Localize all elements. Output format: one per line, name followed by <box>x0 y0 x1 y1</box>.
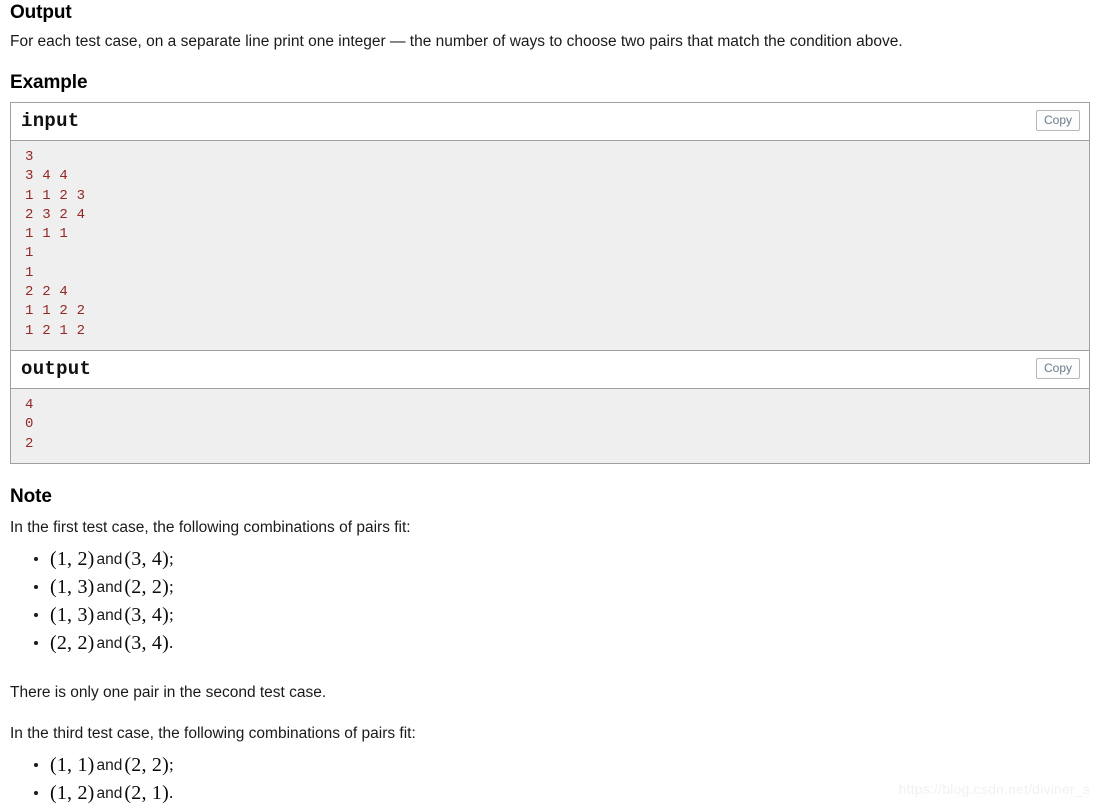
pair-conjunction: and <box>96 756 123 774</box>
pair-conjunction: and <box>96 784 123 802</box>
bullet-marker <box>34 584 38 589</box>
output-sample-content: 4 0 2 <box>11 388 1089 463</box>
list-item: (2, 2) and (3, 4). <box>10 632 1090 660</box>
output-block-label: output <box>21 357 92 380</box>
second-case-text: There is only one pair in the second tes… <box>10 683 327 701</box>
bullet-marker <box>34 762 38 767</box>
pair-left: (1, 1) <box>50 753 95 776</box>
bullet-marker <box>34 790 38 795</box>
example-io-container: input Copy 3 3 4 4 1 1 2 3 2 3 2 4 1 1 1… <box>10 102 1090 464</box>
pair-right: (2, 2) <box>124 575 169 598</box>
copy-output-button[interactable]: Copy <box>1035 357 1080 379</box>
pair-right: (3, 4) <box>124 603 169 626</box>
pair-punctuation: . <box>168 782 174 802</box>
third-case-intro-text: In the third test case, the following co… <box>10 724 416 742</box>
pair-left: (1, 3) <box>50 603 95 626</box>
pair-left: (1, 2) <box>50 547 95 570</box>
pair-right: (3, 4) <box>124 547 169 570</box>
pair-left: (2, 2) <box>50 631 95 654</box>
copy-input-button[interactable]: Copy <box>1035 110 1080 131</box>
bullet-marker <box>34 612 38 617</box>
input-block-label: input <box>21 110 80 132</box>
output-section-heading: Output <box>10 2 72 23</box>
third-case-pairs-list: (1, 1) and (2, 2); (1, 2) and (2, 1). <box>10 744 1090 810</box>
bullet-marker <box>34 640 38 645</box>
list-item: (1, 2) and (3, 4); <box>10 548 1090 576</box>
list-item: (1, 1) and (2, 2); <box>10 754 1090 782</box>
pair-right: (3, 4) <box>124 631 169 654</box>
pair-left: (1, 2) <box>50 781 95 804</box>
bullet-marker <box>34 556 38 561</box>
pair-left: (1, 3) <box>50 575 95 598</box>
site-watermark: https://blog.csdn.net/diviner_s <box>898 781 1090 797</box>
pair-conjunction: and <box>96 634 123 652</box>
pair-right: (2, 2) <box>124 753 169 776</box>
pair-punctuation: ; <box>168 754 174 774</box>
first-case-intro-text: In the first test case, the following co… <box>10 518 411 536</box>
problem-statement-page: Output For each test case, on a separate… <box>0 0 1098 810</box>
list-item: (1, 3) and (2, 2); <box>10 576 1090 604</box>
output-block-header: output Copy <box>11 350 1089 389</box>
pair-right: (2, 1) <box>124 781 169 804</box>
pair-punctuation: ; <box>168 548 174 568</box>
pair-conjunction: and <box>96 578 123 596</box>
output-description-text: For each test case, on a separate line p… <box>10 33 903 50</box>
pair-punctuation: ; <box>168 576 174 596</box>
pair-punctuation: . <box>168 632 174 652</box>
input-block-header: input Copy <box>11 103 1089 141</box>
example-section-heading: Example <box>10 72 88 93</box>
list-item: (1, 3) and (3, 4); <box>10 604 1090 632</box>
first-case-pairs-list: (1, 2) and (3, 4); (1, 3) and (2, 2); (1, 3) an… <box>10 538 1090 660</box>
pair-conjunction: and <box>96 550 123 568</box>
input-sample-content: 3 3 4 4 1 1 2 3 2 3 2 4 1 1 1 1 1 2 2 4 … <box>11 141 1089 350</box>
pair-punctuation: ; <box>168 604 174 624</box>
note-section-heading: Note <box>10 485 52 507</box>
pair-conjunction: and <box>96 606 123 624</box>
